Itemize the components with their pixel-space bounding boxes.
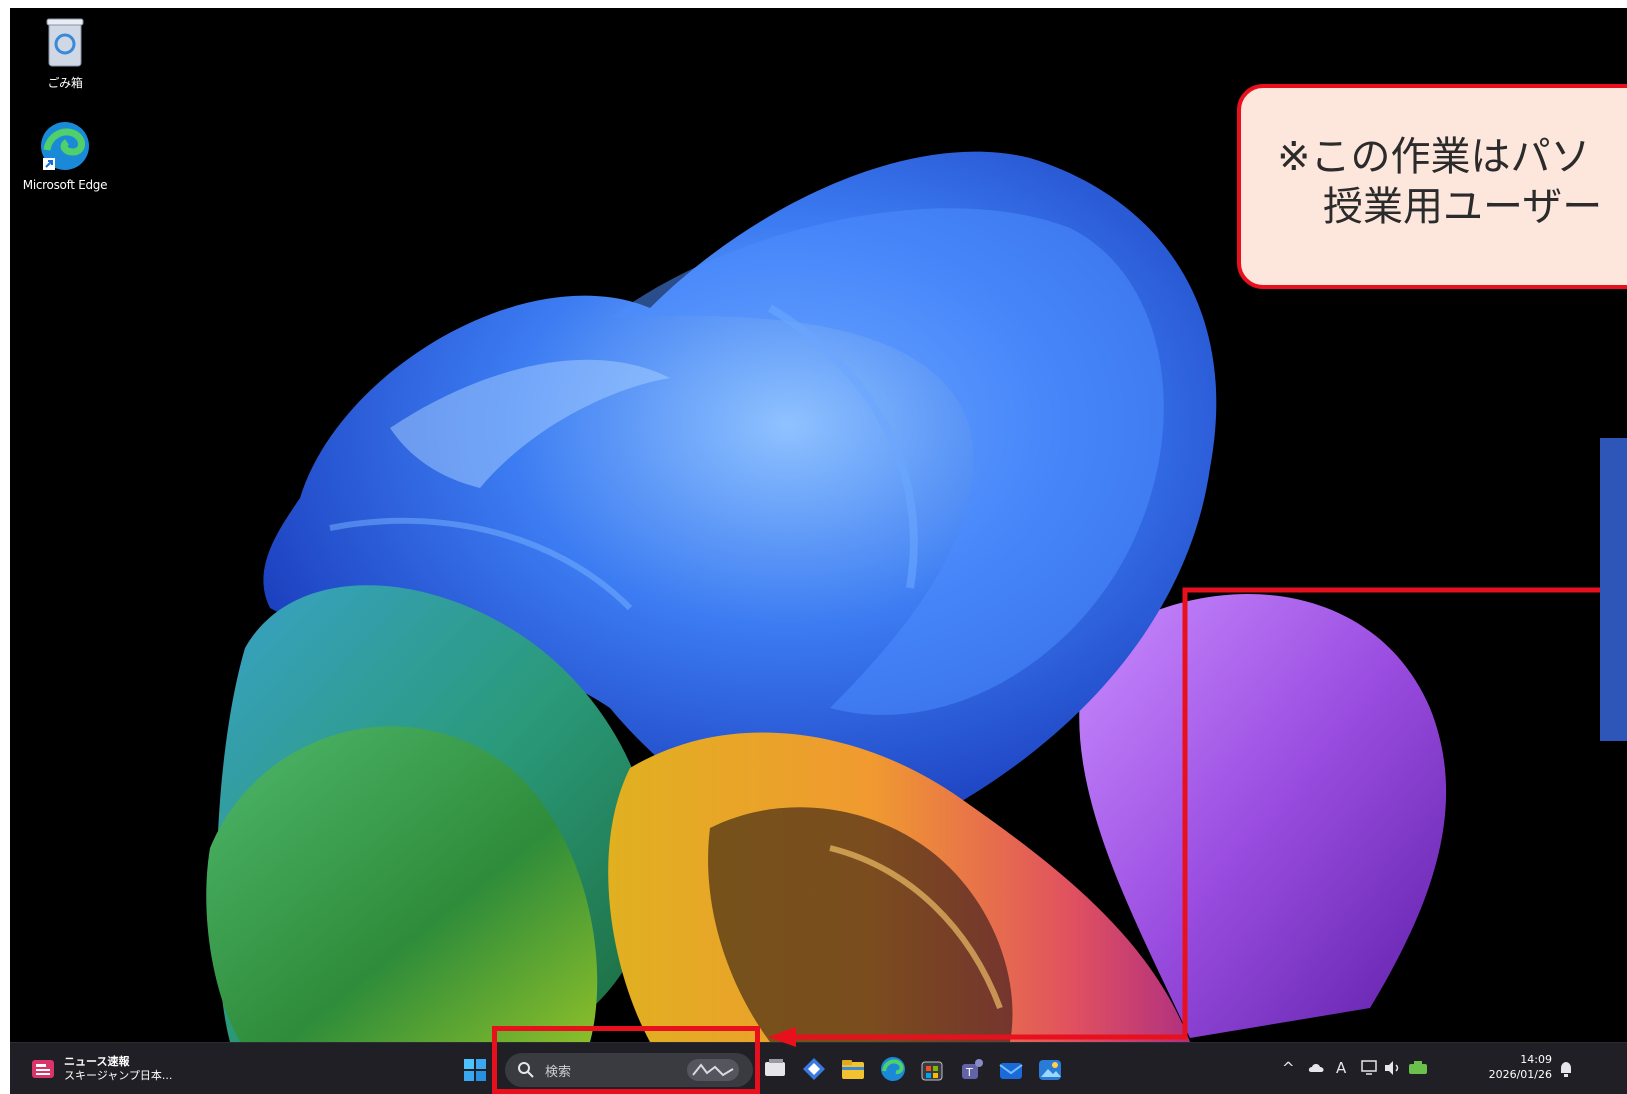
task-view-icon[interactable] (761, 1055, 789, 1083)
svg-text:T: T (965, 1066, 973, 1079)
news-title: ニュース速報 (64, 1055, 130, 1068)
news-icon (32, 1060, 54, 1078)
file-explorer-icon[interactable] (839, 1055, 867, 1083)
notification-bell-icon[interactable] (1558, 1060, 1574, 1078)
desktop-icon-label: ごみ箱 (47, 76, 83, 90)
note-callout: ※この作業はパソ 授業用ユーザー (1237, 84, 1627, 289)
microsoft-store-icon[interactable] (918, 1055, 946, 1083)
volume-icon[interactable] (1383, 1060, 1403, 1076)
edge-icon (41, 122, 89, 170)
network-icon[interactable] (1360, 1059, 1380, 1077)
teams-icon[interactable]: T (958, 1055, 986, 1083)
taskbar-clock[interactable]: 14:09 2026/01/26 (1480, 1052, 1552, 1082)
edge-icon[interactable] (879, 1055, 907, 1083)
news-subtitle: スキージャンプ日本... (64, 1069, 173, 1082)
photos-icon[interactable] (1036, 1055, 1064, 1083)
onedrive-icon[interactable] (1308, 1060, 1326, 1076)
taskbar: ニュース速報 スキージャンプ日本... 検索 T ^ A 14:09 2026/… (10, 1042, 1627, 1094)
desktop-icon-recycle-bin[interactable]: ごみ箱 (20, 16, 110, 91)
outlook-icon[interactable] (997, 1055, 1025, 1083)
news-widget[interactable]: ニュース速報 スキージャンプ日本... (30, 1051, 172, 1087)
desktop-icon-label: Microsoft Edge (22, 178, 108, 192)
ime-indicator[interactable]: A (1336, 1059, 1346, 1077)
recycle-bin-icon (46, 18, 84, 67)
desktop-icon-microsoft-edge[interactable]: Microsoft Edge (20, 120, 110, 192)
battery-icon[interactable] (1408, 1060, 1430, 1076)
blue-callout-panel (1600, 438, 1627, 741)
note-line-2: 授業用ユーザー (1323, 184, 1603, 230)
windows-start-icon[interactable] (463, 1058, 487, 1082)
clock-date: 2026/01/26 (1488, 1068, 1552, 1081)
search-highlight-box (492, 1026, 760, 1094)
note-line-1: ※この作業はパソ (1277, 134, 1591, 180)
chevron-up-icon[interactable]: ^ (1282, 1059, 1295, 1077)
copilot-icon[interactable] (800, 1055, 828, 1083)
clock-time: 14:09 (1520, 1053, 1552, 1066)
